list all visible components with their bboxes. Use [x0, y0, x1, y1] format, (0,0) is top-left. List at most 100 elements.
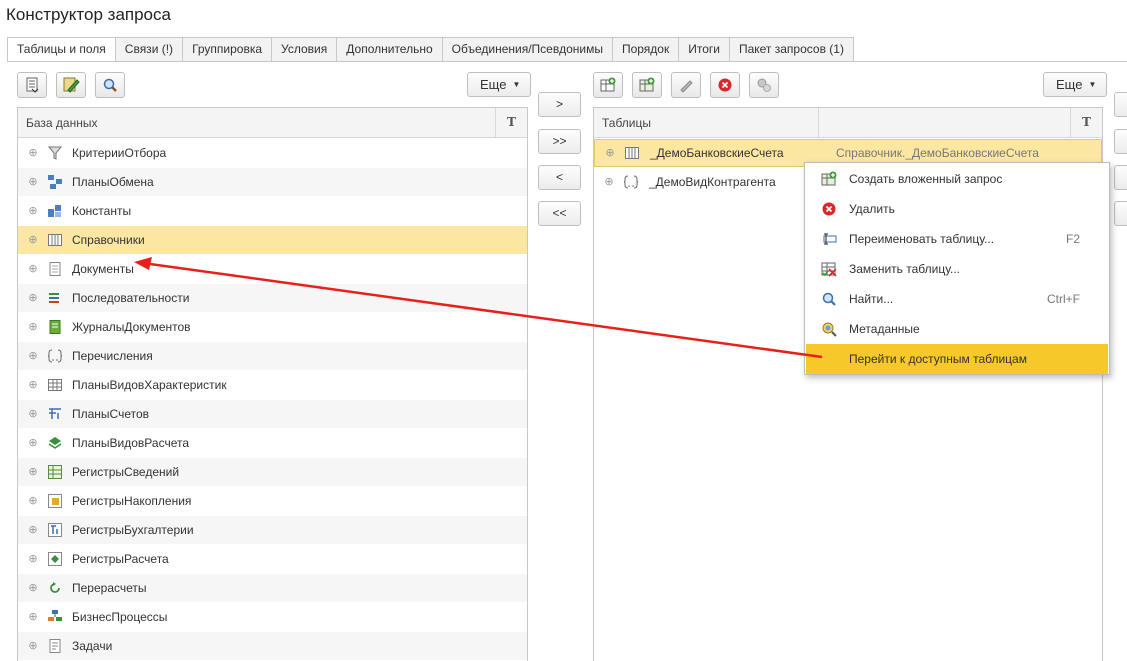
tab-conditions[interactable]: Условия	[272, 37, 338, 62]
tab-tables-and-fields[interactable]: Таблицы и поля	[7, 37, 116, 62]
database-header-label: База данных	[26, 116, 98, 130]
tree-item-accounting-registers[interactable]: ⊕ РегистрыБухгалтерии	[18, 516, 527, 544]
add-nested-query-button[interactable]	[632, 72, 662, 98]
tree-item-sequences[interactable]: ⊕ Последовательности	[18, 284, 527, 312]
tab-totals[interactable]: Итоги	[679, 37, 730, 62]
pencil-icon	[680, 80, 693, 93]
table-properties-button[interactable]	[749, 72, 779, 98]
tree-item-calculation-types[interactable]: ⊕ ПланыВидовРасчета	[18, 429, 527, 457]
table-source: Справочник._ДемоБанковскиеСчета	[836, 146, 1039, 160]
expand-icon[interactable]: ⊕	[28, 641, 38, 652]
tab-order[interactable]: Порядок	[612, 37, 680, 62]
expand-icon[interactable]: ⊕	[28, 322, 38, 333]
tree-item-characteristic-types[interactable]: ⊕ ПланыВидовХарактеристик	[18, 371, 527, 399]
metadata-icon	[821, 321, 837, 337]
expand-icon[interactable]: ⊕	[28, 380, 38, 391]
menu-item-replace-table[interactable]: Заменить таблицу...	[806, 254, 1108, 284]
find-icon	[821, 291, 837, 307]
menu-item-delete[interactable]: Удалить	[806, 194, 1108, 224]
tab-unions-aliases[interactable]: Объединения/Псевдонимы	[442, 37, 613, 62]
document-journal-icon	[47, 319, 63, 335]
expand-icon[interactable]: ⊕	[28, 438, 38, 449]
list-view-button[interactable]	[17, 72, 47, 98]
expand-icon[interactable]: ⊕	[28, 583, 38, 594]
tables-panel-header: Таблицы T	[594, 108, 1102, 138]
nested-query-icon	[821, 171, 837, 187]
menu-item-metadata[interactable]: Метаданные	[806, 314, 1108, 344]
move-all-right-button[interactable]: >>	[538, 129, 581, 154]
expand-icon[interactable]: ⊕	[28, 177, 38, 188]
expand-icon[interactable]: ⊕	[28, 235, 38, 246]
expand-icon[interactable]: ⊕	[28, 148, 38, 159]
move-all-left-button[interactable]: <<	[538, 201, 581, 226]
expand-icon[interactable]: ⊕	[28, 496, 38, 507]
expand-icon[interactable]: ⊕	[28, 206, 38, 217]
tree-item-business-processes[interactable]: ⊕ БизнесПроцессы	[18, 603, 527, 631]
expand-icon[interactable]: ⊕	[604, 177, 614, 188]
right-more-button[interactable]: Еще ▼	[1043, 72, 1108, 97]
tab-additional[interactable]: Дополнительно	[337, 37, 443, 62]
expand-icon[interactable]: ⊕	[28, 293, 38, 304]
fields-move-all-button[interactable]	[1114, 129, 1127, 154]
delete-table-button[interactable]	[710, 72, 740, 98]
tab-links[interactable]: Связи (!)	[115, 37, 184, 62]
add-table-button[interactable]	[593, 72, 623, 98]
expand-icon[interactable]: ⊕	[28, 612, 38, 623]
expand-icon[interactable]: ⊕	[28, 351, 38, 362]
tree-item-catalogs[interactable]: ⊕ Справочники	[18, 226, 527, 254]
tree-item-filter-criteria[interactable]: ⊕ КритерииОтбора	[18, 139, 527, 167]
delete-icon	[821, 201, 837, 217]
tables-t-column[interactable]: T	[1070, 108, 1102, 137]
expand-icon[interactable]: ⊕	[28, 409, 38, 420]
tree-item-document-journals[interactable]: ⊕ ЖурналыДокументов	[18, 313, 527, 341]
expand-icon[interactable]: ⊕	[28, 554, 38, 565]
business-process-icon	[47, 609, 63, 625]
fields-remove-all-button[interactable]	[1114, 201, 1127, 226]
menu-item-create-nested-query[interactable]: Создать вложенный запрос	[806, 164, 1108, 194]
accumulation-register-icon	[47, 493, 63, 509]
window-title: Конструктор запроса	[6, 5, 171, 24]
tree-item-info-registers[interactable]: ⊕ РегистрыСведений	[18, 458, 527, 486]
database-panel-header: База данных T	[18, 108, 527, 138]
table-name: _ДемоВидКонтрагента	[649, 175, 776, 189]
shortcut-ctrl-f: Ctrl+F	[1047, 292, 1080, 306]
search-button[interactable]	[95, 72, 125, 98]
edit-query-button[interactable]	[56, 72, 86, 98]
tree-item-recalculations[interactable]: ⊕ Перерасчеты	[18, 574, 527, 602]
tree-item-charts-of-accounts[interactable]: ⊕ ПланыСчетов	[18, 400, 527, 428]
chart-of-accounts-icon	[47, 406, 63, 422]
move-left-button[interactable]: <	[538, 165, 581, 190]
tree-item-documents[interactable]: ⊕ Документы	[18, 255, 527, 283]
catalog-icon	[624, 145, 640, 161]
document-icon	[47, 261, 63, 277]
expand-icon[interactable]: ⊕	[28, 264, 38, 275]
expand-icon[interactable]: ⊕	[28, 467, 38, 478]
tree-item-constants[interactable]: ⊕ Константы	[18, 197, 527, 225]
calculation-register-icon	[47, 551, 63, 567]
expand-icon[interactable]: ⊕	[28, 525, 38, 536]
database-t-column[interactable]: T	[495, 108, 527, 137]
tab-grouping[interactable]: Группировка	[183, 37, 273, 62]
tree-item-exchange-plans[interactable]: ⊕ ПланыОбмена	[18, 168, 527, 196]
tree-item-tasks[interactable]: ⊕ Задачи	[18, 632, 527, 660]
replace-table-icon	[821, 261, 837, 277]
nested-query-icon	[639, 77, 655, 92]
move-right-button[interactable]: >	[538, 92, 581, 117]
fields-remove-button[interactable]	[1114, 165, 1127, 190]
menu-item-go-to-available-tables[interactable]: Перейти к доступным таблицам	[806, 344, 1108, 374]
tables-header-label: Таблицы	[602, 116, 652, 130]
list-icon	[26, 77, 39, 93]
tab-query-batch[interactable]: Пакет запросов (1)	[729, 37, 854, 62]
tree-item-calculation-registers[interactable]: ⊕ РегистрыРасчета	[18, 545, 527, 573]
tab-divider	[7, 61, 1127, 62]
fields-move-button[interactable]	[1114, 92, 1127, 117]
left-more-button[interactable]: Еще ▼	[467, 72, 532, 97]
tree-item-enumerations[interactable]: ⊕ Перечисления	[18, 342, 527, 370]
chevron-down-icon: ▼	[1088, 80, 1097, 89]
expand-icon[interactable]: ⊕	[605, 148, 615, 159]
edit-table-button[interactable]	[671, 72, 701, 98]
menu-item-rename-table[interactable]: Переименовать таблицу... F2	[806, 224, 1108, 254]
sequence-icon	[47, 290, 63, 306]
tree-item-accumulation-registers[interactable]: ⊕ РегистрыНакопления	[18, 487, 527, 515]
menu-item-find[interactable]: Найти... Ctrl+F	[806, 284, 1108, 314]
